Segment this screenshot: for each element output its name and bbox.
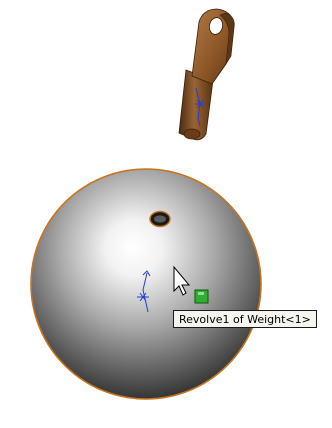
pin-shaft-end xyxy=(183,128,201,140)
selection-handle-highlight xyxy=(198,292,204,295)
pin-part[interactable] xyxy=(178,8,235,141)
weight-sphere-part[interactable] xyxy=(30,168,262,400)
weight-sphere[interactable] xyxy=(30,168,262,400)
sphere-hole-inner xyxy=(154,215,166,223)
model-view xyxy=(30,8,262,400)
feature-tooltip: Revolve1 of Weight<1> xyxy=(173,310,317,328)
selection-handle[interactable] xyxy=(194,289,209,304)
graphics-viewport[interactable] xyxy=(0,0,332,424)
